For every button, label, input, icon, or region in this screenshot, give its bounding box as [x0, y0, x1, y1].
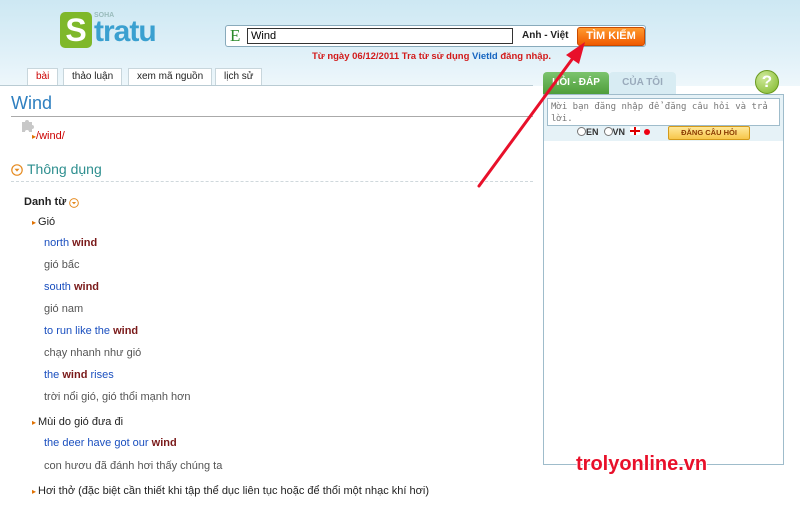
tab-article[interactable]: bài — [27, 68, 59, 85]
example-text: north — [44, 237, 73, 249]
login-notice: Từ ngày 06/12/2011 Tra từ sử dụng VietId… — [312, 51, 551, 62]
example-vi: gió bấc — [44, 259, 80, 271]
section-divider — [11, 181, 533, 182]
language-options: EN VN — [577, 127, 650, 139]
search-button[interactable]: TÌM KIẾM — [577, 27, 645, 46]
tab-mine[interactable]: CỦA TÔI — [609, 72, 676, 94]
tab-qa[interactable]: HỎI - ĐÁP — [543, 72, 609, 94]
pronunciation-text: /wind/ — [36, 130, 65, 142]
meaning-text: Hơi thở (đặc biệt cần thiết khi tập thể … — [38, 485, 429, 497]
example-text: south — [44, 281, 74, 293]
example-text: the deer have got our — [44, 437, 152, 449]
help-icon[interactable]: ? — [755, 70, 779, 94]
dictionary-select-label: Anh - Việt — [522, 30, 569, 41]
example-vi: gió nam — [44, 303, 84, 315]
example-en: the deer have got our wind — [44, 437, 177, 449]
bullet-arrow-icon: ▸ — [32, 487, 37, 496]
collapse-icon[interactable] — [11, 164, 23, 176]
example-en: the wind rises — [44, 369, 114, 381]
tab-discussion[interactable]: thảo luận — [63, 68, 123, 85]
pronunciation: ▸/wind/ — [32, 130, 65, 142]
meaning-item: ▸ Hơi thở (đặc biệt cần thiết khi tập thể… — [32, 485, 429, 497]
watermark: trolyonline.vn — [576, 453, 708, 475]
tabs-divider — [0, 85, 533, 86]
meaning-text: Mùi do gió đưa đi — [38, 416, 124, 428]
uk-flag-icon — [629, 127, 640, 135]
example-en: north wind — [44, 237, 97, 249]
radio-en[interactable] — [577, 127, 586, 136]
example-keyword: wind — [72, 237, 98, 249]
post-question-button[interactable]: ĐĂNG CÂU HỎI — [668, 126, 750, 140]
page-title: Wind — [11, 93, 53, 113]
notice-prefix: Từ ngày 06/12/2011 Tra từ sử dụng — [312, 51, 473, 62]
section-title: Thông dụng — [27, 161, 102, 177]
vn-flag-icon — [643, 129, 650, 135]
example-vi: trời nổi gió, gió thổi mạnh hơn — [44, 391, 191, 403]
radio-vn[interactable] — [603, 127, 613, 136]
example-text: to run like the — [44, 325, 114, 337]
example-vi: con hươu đã đánh hơi thấy chúng ta — [44, 460, 223, 472]
bullet-arrow-icon: ▸ — [32, 418, 37, 427]
tab-history[interactable]: lịch sử — [215, 68, 263, 85]
bullet-arrow-icon: ▸ — [32, 218, 37, 227]
example-keyword: wind — [62, 369, 88, 381]
part-of-speech: Danh từ — [24, 196, 67, 208]
example-vi: chạy nhanh như gió — [44, 347, 142, 359]
qa-panel: Mời bạn đăng nhập để đăng câu hỏi và trả… — [543, 94, 784, 465]
example-text: the — [44, 369, 63, 381]
example-en: south wind — [44, 281, 99, 293]
question-textarea[interactable]: Mời bạn đăng nhập để đăng câu hỏi và trả… — [547, 98, 780, 126]
meaning-item: ▸ Gió — [32, 216, 55, 228]
language-letter: E — [230, 26, 241, 45]
example-en: to run like the wind — [44, 325, 138, 337]
search-input[interactable] — [247, 28, 513, 44]
tab-view-source[interactable]: xem mã nguồn — [128, 68, 213, 85]
qa-compose: Mời bạn đăng nhập để đăng câu hỏi và trả… — [544, 95, 783, 141]
search-bar: E Anh - Việt ▼ TÌM KIẾM — [225, 25, 646, 47]
vietid-link[interactable]: VietId — [472, 51, 498, 62]
collapse-icon[interactable] — [69, 198, 79, 208]
example-keyword: wind — [151, 437, 177, 449]
meaning-text: Gió — [38, 216, 56, 228]
radio-en-label: EN — [586, 127, 599, 137]
radio-vn-label: VN — [612, 127, 626, 137]
logo-text: tratu — [94, 15, 157, 48]
example-keyword: wind — [113, 325, 139, 337]
example-text: rises — [87, 369, 114, 381]
logo-mark: S — [60, 12, 92, 48]
meaning-item: ▸ Mùi do gió đưa đi — [32, 416, 123, 428]
title-divider — [11, 116, 533, 117]
example-keyword: wind — [73, 281, 100, 293]
notice-suffix: đăng nhập. — [497, 51, 552, 62]
